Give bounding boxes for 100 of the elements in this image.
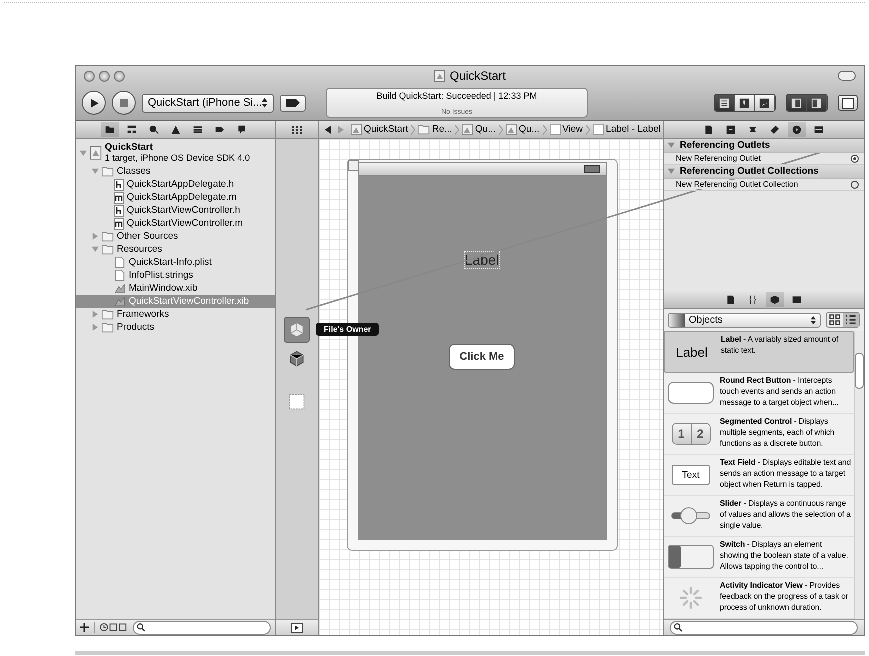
folder-icon — [102, 231, 114, 242]
file-name: QuickStartViewController.xib — [129, 296, 250, 307]
connections-inspector-tab[interactable] — [788, 122, 806, 137]
search-icon — [137, 623, 146, 632]
scroll-bar[interactable] — [854, 331, 864, 619]
library-search-field[interactable] — [670, 620, 858, 634]
help-icon — [726, 124, 736, 134]
path-separator-icon — [455, 124, 460, 134]
close-icon[interactable] — [348, 160, 359, 171]
scroll-thumb[interactable] — [855, 353, 864, 389]
click-me-button[interactable]: Click Me — [449, 344, 515, 370]
library-item[interactable]: 1 2 Segmented Control - Displays multiple segments, each of which functions as a discrete button. — [664, 414, 854, 455]
file-tree-item[interactable]: InfoPlist.strings — [76, 269, 275, 282]
jump-bar-item[interactable]: View — [550, 124, 584, 135]
cube-outline-icon — [288, 321, 306, 339]
breakpoints-button[interactable] — [280, 94, 306, 112]
project-subtitle: 1 target, iPhone OS Device SDK 4.0 — [105, 153, 250, 164]
library-popup[interactable]: Objects — [668, 312, 821, 328]
navigator-toggle-button[interactable] — [787, 95, 807, 111]
file-name: Frameworks — [117, 309, 170, 320]
file-tree-item[interactable]: QuickStart-Info.plist — [76, 256, 275, 269]
file-tree-item[interactable]: QuickStartViewController.m — [76, 217, 275, 230]
segmented-preview: 1 2 — [672, 423, 710, 445]
breakpoint-icon — [286, 99, 300, 107]
file-name: MainWindow.xib — [129, 283, 198, 294]
folder-icon — [418, 124, 430, 135]
run-button[interactable] — [82, 91, 106, 115]
project-icon — [434, 70, 446, 82]
library-item[interactable]: Switch - Displays an element showing the boolean state of a value. Allows tapping the control to... — [664, 537, 854, 578]
jump-bar-item[interactable]: Qu... — [462, 124, 496, 135]
folder-icon — [104, 124, 114, 134]
library-item-description: Segmented Control - Displays multiple segments, each of which functions as a discrete button. — [720, 416, 836, 449]
file-tree-item[interactable]: Resources — [76, 243, 275, 256]
library-item[interactable]: Round Rect Button - Intercepts touch events and sends an action message to a target object when... — [664, 373, 854, 414]
stop-button[interactable] — [112, 91, 136, 115]
interface-file-icon — [114, 296, 126, 307]
files-owner-tooltip: File's Owner — [316, 323, 380, 336]
hierarchy-icon — [126, 124, 136, 134]
file-tree-item[interactable]: QuickStart 1 target, iPhone OS Device SDK 4.0 — [76, 141, 275, 165]
back-arrow-icon[interactable] — [325, 126, 331, 134]
library-item-description: Switch - Displays an element showing the boolean state of a value. Allows tapping the control to... — [720, 539, 850, 572]
warning-icon — [170, 124, 180, 134]
related-items-icon[interactable] — [292, 126, 302, 134]
button-preview — [668, 382, 714, 404]
list-icon — [192, 124, 202, 134]
path-separator-icon — [542, 124, 547, 134]
filter-options-icon[interactable] — [100, 623, 128, 632]
file-tree-item[interactable]: QuickStartAppDelegate.m — [76, 191, 275, 204]
jump-bar-item[interactable]: Label - Label — [593, 124, 661, 135]
scheme-popup[interactable]: QuickStart (iPhone Si... — [142, 94, 274, 112]
jump-bar-item[interactable]: Qu... — [506, 124, 540, 135]
path-separator-icon — [586, 124, 590, 134]
file-tree-item[interactable]: Products — [76, 321, 275, 334]
file-tree-item[interactable]: Other Sources — [76, 230, 275, 243]
list-view-icon[interactable] — [843, 313, 859, 327]
label-preview: Label — [676, 344, 708, 360]
film-icon — [792, 294, 802, 304]
folder-icon — [102, 244, 114, 255]
connection-circle-icon[interactable] — [851, 154, 859, 162]
minimize-window-button[interactable] — [99, 70, 110, 82]
files-owner-item[interactable] — [284, 317, 310, 343]
library-item[interactable]: Label Label - A variably sized amount of static text. — [664, 331, 854, 373]
filter-field[interactable] — [133, 620, 271, 634]
path-separator-icon — [499, 124, 504, 134]
file-name: Products — [117, 322, 154, 333]
source-file-icon — [114, 192, 124, 204]
section-header: Referencing Outlet Collections — [680, 166, 819, 177]
outlet-label: New Referencing Outlet — [676, 154, 761, 163]
assistant-editor-button[interactable] — [735, 95, 755, 111]
project-navigator-tab[interactable] — [100, 122, 118, 137]
standard-editor-button[interactable] — [715, 95, 735, 111]
library-item-description: Activity Indicator View - Provides feedback on the progress of a task or process of unknown duration. — [720, 580, 850, 613]
jump-bar-item[interactable]: Re... — [418, 124, 452, 135]
toolbar-toggle-button[interactable] — [838, 71, 856, 81]
icon-view-icon[interactable] — [827, 313, 843, 327]
file-name: Resources — [117, 244, 162, 255]
file-tree-item[interactable]: QuickStartViewController.h — [76, 204, 275, 217]
breakpoint-icon — [214, 124, 224, 134]
library-item[interactable]: Text Text Field - Displays editable text and sends an action message to a target object when Return is tapped. — [664, 455, 854, 496]
file-tree-item[interactable]: Classes — [76, 165, 275, 178]
document-icon — [704, 124, 714, 134]
library-item-description: Text Field - Displays editable text and sends an action message to a target object when Return is tapped. — [720, 457, 852, 490]
version-editor-button[interactable] — [755, 95, 775, 111]
zoom-window-button[interactable] — [114, 70, 125, 82]
add-icon[interactable] — [80, 623, 89, 632]
file-tree-item[interactable]: Frameworks — [76, 308, 275, 321]
file-tree-item[interactable]: QuickStartAppDelegate.h — [76, 178, 275, 191]
close-window-button[interactable] — [84, 70, 95, 82]
file-tree-item[interactable]: MainWindow.xib — [76, 282, 275, 295]
organizer-button[interactable] — [838, 95, 858, 111]
play-icon — [88, 98, 100, 108]
connection-circle-icon[interactable] — [851, 180, 859, 188]
jump-bar-item[interactable]: QuickStart — [351, 124, 408, 135]
object-library-tab[interactable] — [766, 292, 784, 307]
utilities-toggle-button[interactable] — [807, 95, 827, 111]
library-item[interactable]: Slider - Displays a continuous range of values and allows the selection of a single value. — [664, 496, 854, 537]
search-icon — [148, 124, 158, 134]
folder-icon — [102, 166, 114, 177]
show-document-outline-icon[interactable] — [291, 622, 303, 632]
battery-icon — [584, 165, 600, 173]
